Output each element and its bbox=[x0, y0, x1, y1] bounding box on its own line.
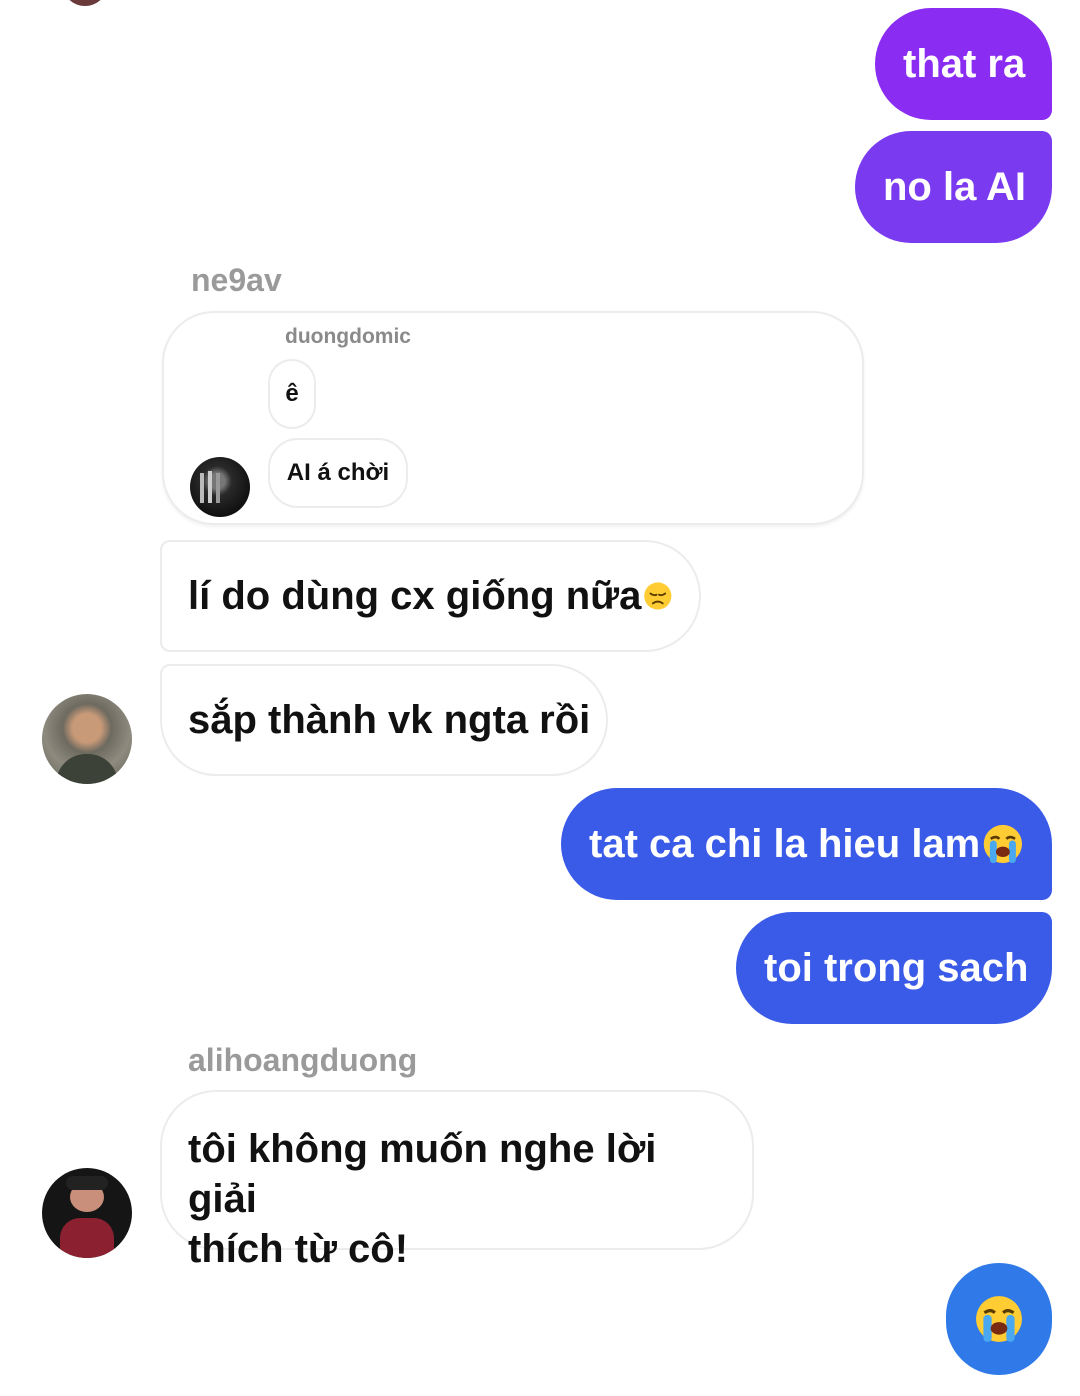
avatar[interactable] bbox=[42, 1168, 132, 1258]
message-text-line: tôi không muốn nghe lời giải bbox=[188, 1127, 657, 1221]
message-outgoing[interactable]: that ra bbox=[875, 8, 1052, 120]
shared-post-card[interactable]: duongdomic ê AI á chời bbox=[162, 311, 864, 525]
message-outgoing[interactable]: toi trong sach bbox=[736, 912, 1052, 1024]
sender-name: ne9av bbox=[191, 262, 282, 298]
avatar-partial[interactable] bbox=[62, 0, 108, 6]
quoted-bubble: ê bbox=[268, 359, 316, 429]
quoted-text: AI á chời bbox=[286, 459, 390, 486]
message-text: no la AI bbox=[883, 165, 1026, 209]
message-outgoing[interactable]: no la AI bbox=[855, 131, 1052, 243]
disappointed-face-icon bbox=[644, 582, 672, 610]
message-incoming[interactable]: sắp thành vk ngta rồi bbox=[160, 664, 608, 776]
message-text-line: thích từ cô! bbox=[188, 1227, 409, 1271]
avatar[interactable] bbox=[42, 694, 132, 784]
quoted-text: ê bbox=[285, 380, 299, 407]
avatar bbox=[190, 457, 250, 517]
reply-sender-name: duongdomic bbox=[285, 325, 411, 348]
message-incoming[interactable]: lí do dùng cx giống nữa bbox=[160, 540, 701, 652]
message-incoming[interactable]: tôi không muốn nghe lời giải thích từ cô… bbox=[160, 1090, 754, 1271]
message-text: toi trong sach bbox=[764, 946, 1029, 990]
loudly-crying-face-icon bbox=[983, 824, 1023, 864]
quoted-bubble: AI á chời bbox=[268, 438, 408, 508]
message-outgoing[interactable]: tat ca chi la hieu lam bbox=[561, 788, 1052, 900]
sender-name: alihoangduong bbox=[188, 1042, 418, 1078]
emoji-message[interactable] bbox=[946, 1263, 1052, 1375]
message-text: tat ca chi la hieu lam bbox=[589, 822, 981, 866]
message-text: that ra bbox=[903, 42, 1026, 86]
message-text: sắp thành vk ngta rồi bbox=[188, 698, 591, 742]
message-text: lí do dùng cx giống nữa bbox=[188, 574, 642, 618]
loudly-crying-face-icon bbox=[976, 1296, 1022, 1342]
